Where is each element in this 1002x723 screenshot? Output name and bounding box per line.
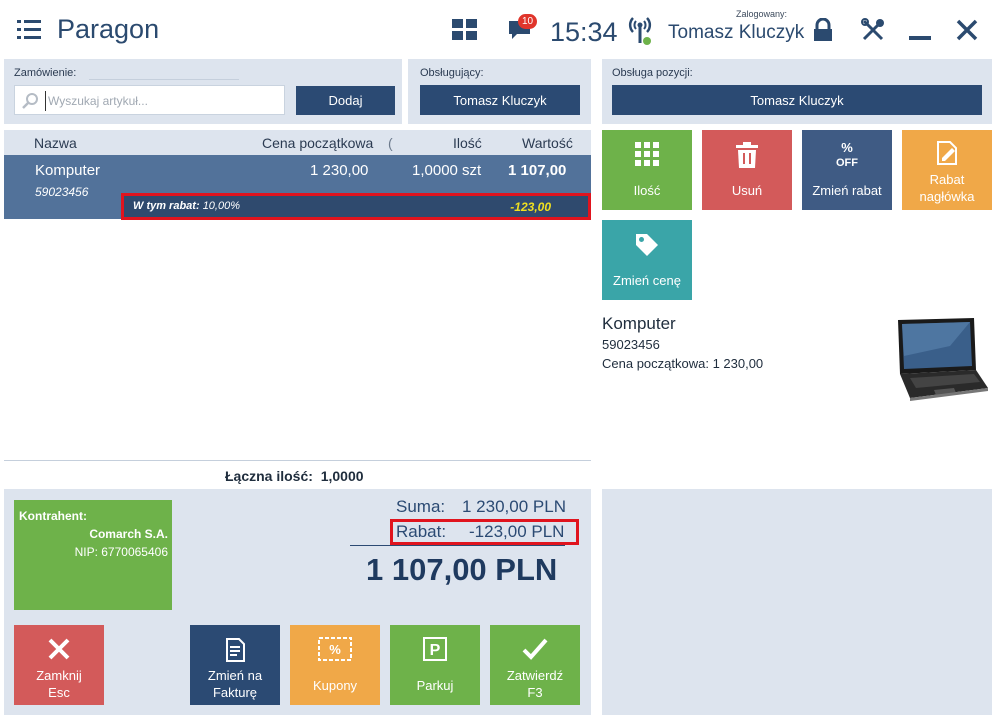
logged-in-label: Zalogowany: bbox=[736, 9, 788, 19]
item-name: Komputer bbox=[35, 162, 101, 179]
edit-document-icon bbox=[937, 141, 957, 165]
clock: 15:34 bbox=[550, 17, 618, 47]
col-value[interactable]: Wartość bbox=[522, 135, 573, 151]
logged-user-name: Tomasz Kluczyk bbox=[668, 22, 805, 43]
svg-text:%: % bbox=[329, 642, 341, 657]
served-by-label: Obsługujący: bbox=[420, 67, 484, 79]
sum-divider bbox=[350, 545, 565, 546]
order-label-underline bbox=[89, 79, 239, 80]
minimize-icon[interactable] bbox=[909, 36, 931, 40]
col-name[interactable]: Nazwa bbox=[34, 135, 77, 151]
price-tag-icon bbox=[636, 234, 658, 256]
contractor-name: Comarch S.A. bbox=[89, 527, 168, 541]
invoice-icon bbox=[226, 638, 245, 662]
menu-icon[interactable] bbox=[17, 20, 41, 40]
change-price-tile[interactable]: Zmień cenę bbox=[602, 220, 692, 300]
close-icon[interactable] bbox=[955, 18, 979, 42]
contractor-tile[interactable]: Kontrahent: Comarch S.A. NIP: 6770065406 bbox=[14, 500, 172, 610]
svg-text:OFF: OFF bbox=[836, 157, 858, 168]
discount-highlight-frame bbox=[121, 193, 591, 220]
change-to-invoice-button[interactable]: Zmień na Fakturę bbox=[190, 625, 280, 705]
total-qty: Łączna ilość: 1,0000 bbox=[225, 468, 364, 484]
close-icon bbox=[48, 638, 70, 660]
search-field[interactable] bbox=[14, 85, 285, 115]
coupons-button[interactable]: % Kupony bbox=[290, 625, 380, 705]
sum-label: Suma: bbox=[396, 497, 446, 516]
rabat-highlight-frame bbox=[390, 519, 579, 545]
served-by-button[interactable]: Tomasz Kluczyk bbox=[420, 85, 580, 115]
item-qty: 1,0000 szt bbox=[412, 162, 482, 179]
search-input[interactable] bbox=[45, 91, 275, 111]
svg-text:%: % bbox=[841, 140, 853, 155]
percent-off-icon: % OFF bbox=[836, 140, 858, 168]
right-bottom-panel bbox=[602, 489, 992, 715]
item-price: 1 230,00 bbox=[310, 162, 369, 179]
contractor-label: Kontrahent: bbox=[19, 509, 87, 523]
close-receipt-button[interactable]: Zamknij Esc bbox=[14, 625, 104, 705]
grid-icon bbox=[635, 142, 659, 166]
parking-icon: P bbox=[423, 637, 447, 661]
connection-signal-icon[interactable] bbox=[627, 14, 653, 46]
item-value: 1 107,00 bbox=[508, 162, 567, 179]
header-discount-tile[interactable]: Rabat nagłówka bbox=[902, 130, 992, 210]
product-start-price: Cena początkowa: 1 230,00 bbox=[602, 356, 764, 371]
col-qty[interactable]: Ilość bbox=[453, 135, 482, 151]
tools-icon[interactable] bbox=[861, 18, 885, 42]
sum-value: 1 230,00 PLN bbox=[462, 497, 566, 516]
lock-icon[interactable] bbox=[812, 17, 834, 42]
app-header: Paragon 10 15:34 Zalogowany: Tomasz Kluc… bbox=[0, 0, 1002, 60]
product-code: 59023456 bbox=[602, 337, 660, 352]
grand-total: 1 107,00 PLN bbox=[366, 552, 558, 587]
search-icon bbox=[22, 93, 38, 109]
position-user-button[interactable]: Tomasz Kluczyk bbox=[612, 85, 982, 115]
app-title: Paragon bbox=[57, 14, 160, 44]
svg-text:P: P bbox=[430, 642, 441, 659]
col-divider: ( bbox=[388, 135, 393, 151]
product-image-laptop bbox=[898, 318, 988, 401]
confirm-button[interactable]: Zatwierdź F3 bbox=[490, 625, 580, 705]
position-label: Obsługa pozycji: bbox=[612, 67, 693, 79]
grid-header: Nazwa Cena początkowa ( Ilość Wartość bbox=[4, 130, 591, 155]
remove-tile[interactable]: Usuń bbox=[702, 130, 792, 210]
item-code: 59023456 bbox=[35, 185, 89, 199]
quantity-tile[interactable]: Ilość bbox=[602, 130, 692, 210]
coupon-icon: % bbox=[318, 637, 352, 661]
add-button[interactable]: Dodaj bbox=[296, 86, 395, 115]
park-button[interactable]: P Parkuj bbox=[390, 625, 480, 705]
product-name: Komputer bbox=[602, 314, 676, 333]
change-discount-tile[interactable]: % OFF Zmień rabat bbox=[802, 130, 892, 210]
order-label: Zamówienie: bbox=[14, 67, 77, 79]
col-start-price[interactable]: Cena początkowa bbox=[262, 135, 373, 151]
trash-icon bbox=[736, 142, 758, 168]
contractor-nip: NIP: 6770065406 bbox=[74, 545, 168, 559]
notification-badge: 10 bbox=[518, 14, 537, 29]
checkmark-icon bbox=[522, 638, 548, 660]
tiles-icon[interactable] bbox=[452, 19, 477, 40]
total-qty-bar: Łączna ilość: 1,0000 bbox=[4, 460, 591, 489]
